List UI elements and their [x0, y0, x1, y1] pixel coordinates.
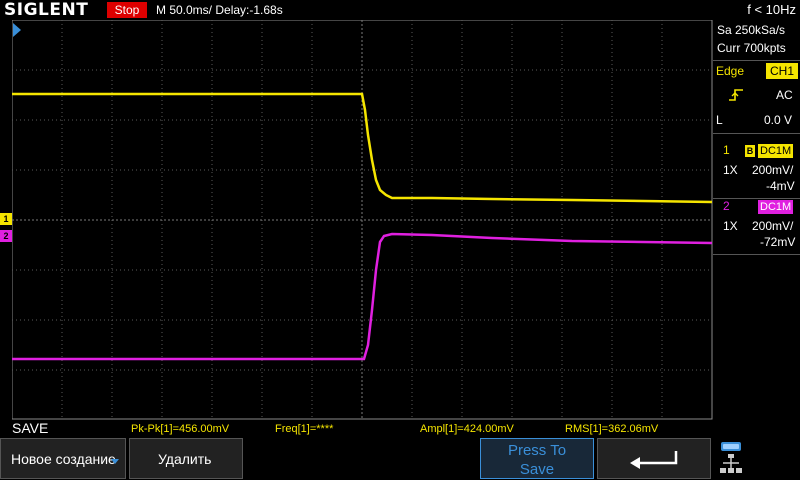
- timebase-readout: M 50.0ms/ Delay:-1.68s: [156, 3, 283, 17]
- run-stop-status[interactable]: Stop: [107, 2, 147, 18]
- trigger-type: Edge: [716, 64, 745, 78]
- new-create-label: Новое создание: [11, 451, 116, 467]
- dropdown-arrow-icon: [111, 459, 119, 464]
- sample-rate: Sa 250kSa/s: [717, 23, 786, 37]
- ch1-coupling: DC1M: [758, 144, 794, 158]
- return-arrow-icon: [630, 451, 678, 469]
- ch1-offset: -4mV: [766, 179, 795, 193]
- trigger-level-value: 0.0 V: [764, 113, 793, 127]
- measure-rms: RMS[1]=362.06mV: [565, 423, 659, 435]
- ch2-offset: -72mV: [760, 235, 796, 249]
- trigger-coupling: AC: [776, 88, 793, 102]
- trigger-source: CH1: [766, 63, 798, 79]
- rising-edge-icon: [729, 89, 743, 101]
- network-menu-icon[interactable]: [719, 439, 745, 477]
- ch1-scale: 200mV/: [752, 163, 794, 177]
- back-button[interactable]: [597, 438, 711, 479]
- measure-ampl: Ampl[1]=424.00mV: [420, 423, 514, 435]
- ch2-offset-marker[interactable]: 2: [0, 230, 12, 242]
- ch2-number: 2: [723, 199, 730, 213]
- measure-pkpk: Pk-Pk[1]=456.00mV: [131, 423, 230, 435]
- press-to-save-line1: Press To: [507, 442, 567, 459]
- memory-depth: Curr 700kpts: [717, 41, 786, 55]
- ch1-probe: 1X: [723, 163, 738, 177]
- ch2-scale: 200mV/: [752, 219, 794, 233]
- brand-logo: SIGLENT: [4, 0, 89, 20]
- new-create-button[interactable]: Новое создание: [0, 438, 126, 479]
- menu-title: SAVE: [12, 420, 49, 436]
- delete-button[interactable]: Удалить: [129, 438, 243, 479]
- press-to-save-button[interactable]: Press To Save: [480, 438, 594, 479]
- ch1-offset-marker[interactable]: 1: [0, 213, 12, 225]
- delete-label: Удалить: [158, 451, 212, 467]
- press-to-save-line2: Save: [519, 461, 555, 478]
- bandwidth-limit-icon: B: [745, 145, 755, 157]
- ch2-coupling: DC1M: [758, 200, 794, 214]
- ch2-probe: 1X: [723, 219, 738, 233]
- measure-freq: Freq[1]=****: [275, 423, 334, 435]
- frequency-counter: f < 10Hz: [747, 2, 796, 17]
- trigger-level-label: L: [716, 113, 723, 127]
- waveform-display: [12, 20, 713, 420]
- ch1-number: 1: [723, 143, 730, 157]
